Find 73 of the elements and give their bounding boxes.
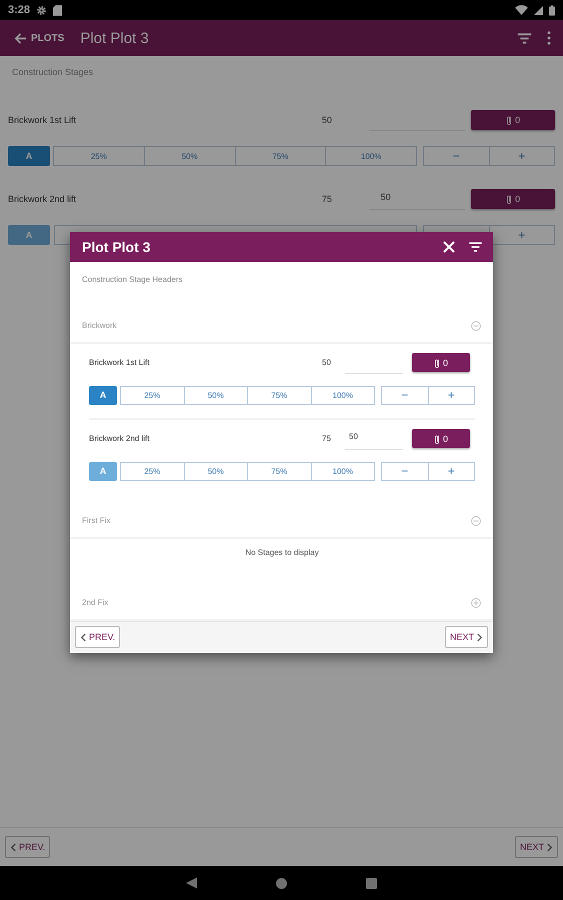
prev-button[interactable]: PREV. — [75, 626, 120, 648]
signal-icon — [534, 6, 543, 14]
minus-button[interactable]: − — [381, 386, 428, 405]
gear-icon — [36, 4, 48, 16]
back-button[interactable]: PLOTS — [12, 30, 66, 46]
back-arrow-icon — [14, 32, 27, 44]
attachment-button[interactable]: 0 — [412, 429, 470, 448]
plus-button[interactable]: + — [428, 386, 475, 405]
stage-name: Brickwork 2nd lift — [89, 434, 150, 444]
a-button[interactable]: A — [89, 462, 117, 481]
dialog-title: Plot Plot 3 — [82, 238, 150, 255]
next-button[interactable]: NEXT — [514, 836, 558, 858]
percent-button[interactable]: 100% — [310, 462, 375, 481]
chevron-right-icon — [476, 632, 483, 642]
dialog-subtitle: Construction Stage Headers — [81, 274, 184, 286]
percent-button[interactable]: 25% — [120, 386, 184, 405]
minus-button[interactable]: − — [381, 462, 428, 481]
group-header[interactable]: First Fix — [70, 504, 493, 539]
stage-target: 75 — [320, 194, 333, 204]
stage-target: 50 — [320, 115, 333, 125]
attachment-button[interactable]: 0 — [471, 189, 555, 209]
home-nav-icon[interactable] — [276, 878, 287, 888]
expand-icon — [471, 598, 481, 608]
value-field[interactable]: 50 — [368, 188, 466, 210]
wifi-icon — [515, 5, 528, 15]
sd-card-icon — [53, 4, 62, 16]
paperclip-icon — [506, 115, 512, 125]
value-field[interactable]: 50 — [345, 428, 403, 450]
filter-icon[interactable] — [467, 240, 484, 254]
percent-button[interactable]: 75% — [247, 386, 312, 405]
stage-name: Brickwork 1st Lift — [8, 115, 78, 125]
a-button[interactable]: A — [89, 386, 117, 405]
paperclip-icon — [506, 194, 512, 204]
stage-target: 50 — [321, 358, 332, 368]
recents-nav-icon[interactable] — [366, 878, 377, 888]
plus-button[interactable]: + — [488, 146, 555, 166]
percent-button[interactable]: 100% — [310, 386, 375, 405]
filter-icon[interactable] — [516, 30, 533, 46]
section-title: Construction Stages — [11, 66, 94, 79]
attachment-button[interactable]: 0 — [471, 110, 555, 130]
next-button[interactable]: NEXT — [444, 626, 488, 648]
percent-button[interactable]: 25% — [120, 462, 184, 481]
paperclip-icon — [434, 434, 440, 444]
attachment-button[interactable]: 0 — [412, 353, 470, 372]
empty-message: No Stages to display — [244, 546, 320, 559]
stage-name: Brickwork 1st Lift — [89, 358, 150, 368]
plus-button[interactable]: + — [428, 462, 475, 481]
status-time: 3:28 — [8, 4, 30, 16]
chevron-left-icon — [10, 842, 17, 852]
prev-button[interactable]: PREV. — [5, 836, 50, 858]
screen-title: Plot Plot 3 — [80, 30, 149, 46]
group-header[interactable]: Brickwork — [70, 310, 493, 344]
percent-button[interactable]: 100% — [325, 146, 417, 166]
stage-target: 75 — [321, 434, 332, 444]
minus-button[interactable]: − — [423, 146, 490, 166]
more-menu-icon[interactable] — [547, 31, 551, 45]
percent-button[interactable]: 75% — [234, 146, 326, 166]
percent-button[interactable]: 50% — [144, 146, 236, 166]
battery-icon — [549, 4, 555, 16]
back-nav-icon[interactable] — [186, 877, 197, 889]
percent-button[interactable]: 50% — [184, 386, 248, 405]
close-icon[interactable] — [443, 240, 455, 253]
chevron-right-icon — [546, 842, 553, 852]
chevron-left-icon — [80, 632, 87, 642]
collapse-icon — [471, 516, 481, 526]
paperclip-icon — [434, 358, 440, 368]
collapse-icon — [471, 320, 481, 331]
a-button[interactable]: A — [8, 146, 50, 166]
percent-button[interactable]: 75% — [247, 462, 312, 481]
percent-button[interactable]: 50% — [184, 462, 248, 481]
percent-button[interactable]: 25% — [53, 146, 145, 166]
stage-name: Brickwork 2nd lift — [8, 194, 78, 204]
plus-button[interactable]: + — [488, 225, 555, 245]
